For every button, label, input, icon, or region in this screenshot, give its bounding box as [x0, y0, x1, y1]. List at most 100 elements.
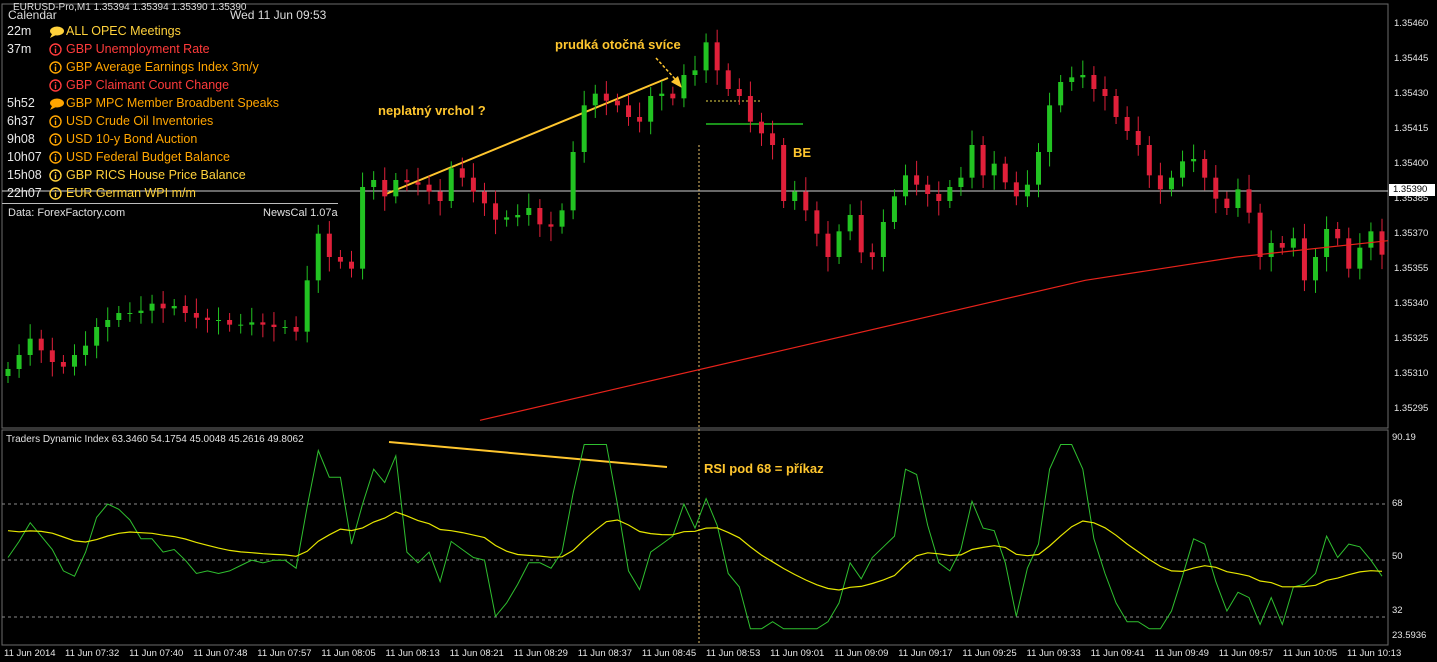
candle-body — [714, 42, 720, 71]
candle-body — [1168, 177, 1174, 190]
candle-body — [182, 306, 188, 313]
candle-body — [1279, 243, 1285, 248]
candle-body — [969, 145, 975, 178]
candle-body — [49, 350, 55, 362]
calendar-date: Wed 11 Jun 09:53 — [230, 8, 327, 22]
candle-body — [803, 191, 809, 211]
candle-body — [559, 210, 565, 227]
candle-body — [1202, 159, 1208, 178]
candle-body — [548, 224, 554, 227]
time-tick-label: 11 Jun 2014 — [4, 648, 56, 659]
candle-body — [426, 184, 432, 192]
info-icon — [49, 43, 62, 56]
event-text: USD Crude Oil Inventories — [66, 114, 214, 128]
candle-body — [681, 75, 687, 99]
candle-body — [1047, 105, 1053, 152]
time-tick-label: 11 Jun 08:45 — [641, 648, 697, 659]
calendar-header: EURUSD-Pro,M1 1.35394 1.35394 1.35390 1.… — [5, 2, 335, 22]
time-tick-label: 11 Jun 09:41 — [1090, 648, 1145, 659]
indicator-tick-label: 50 — [1392, 551, 1403, 563]
event-time: 22m — [7, 24, 32, 38]
calendar-source: Data: ForexFactory.com — [8, 207, 126, 219]
candle-body — [526, 208, 532, 215]
candle-body — [160, 303, 166, 309]
candle-body — [171, 306, 177, 309]
time-tick-label: 11 Jun 08:13 — [385, 648, 440, 659]
info-icon — [49, 133, 62, 146]
candle-body — [1324, 229, 1330, 257]
candle-body — [116, 313, 122, 320]
candle-body — [227, 320, 233, 325]
time-tick-label: 11 Jun 07:32 — [65, 648, 120, 659]
time-tick-label: 11 Jun 08:05 — [321, 648, 376, 659]
candle-body — [315, 233, 321, 281]
price-tick-label: 1.35460 — [1394, 17, 1429, 29]
candle-body — [1002, 163, 1008, 183]
candle-body — [836, 231, 842, 257]
candle-body — [382, 180, 388, 197]
candle-body — [459, 168, 465, 178]
info-icon — [49, 115, 62, 128]
price-tick-label: 1.35445 — [1394, 52, 1429, 64]
candle-body — [1146, 145, 1152, 176]
candle-body — [470, 177, 476, 192]
calendar-title: Calendar — [8, 8, 57, 22]
candle-body — [1213, 177, 1219, 199]
event-time: 6h37 — [7, 114, 35, 128]
candle-body — [393, 180, 399, 197]
info-icon — [49, 169, 62, 182]
price-tick-label: 1.35295 — [1394, 402, 1429, 414]
candle-body — [614, 100, 620, 106]
candle-body — [692, 70, 698, 75]
candle-body — [1346, 238, 1352, 269]
candle-body — [991, 163, 997, 176]
time-tick-label: 11 Jun 10:05 — [1282, 648, 1338, 659]
time-tick-label: 11 Jun 09:49 — [1154, 648, 1209, 659]
candle-body — [5, 369, 11, 376]
price-tick-label: 1.35325 — [1394, 332, 1429, 344]
candle-body — [1357, 247, 1363, 269]
info-icon — [49, 187, 62, 200]
time-tick-label: 11 Jun 08:29 — [513, 648, 568, 659]
candle-body — [758, 121, 764, 134]
price-tick-label: 1.35400 — [1394, 157, 1429, 169]
event-text: GBP Average Earnings Index 3m/y — [66, 60, 259, 74]
info-icon — [49, 79, 62, 92]
indicator-tick-label: 90.19 — [1392, 432, 1416, 443]
candle-body — [1058, 82, 1064, 106]
event-text: GBP MPC Member Broadbent Speaks — [66, 96, 280, 110]
candle-body — [1124, 117, 1130, 131]
candle-body — [1157, 175, 1163, 190]
candle-body — [1235, 189, 1241, 208]
candle-body — [659, 93, 665, 96]
candle-body — [537, 208, 543, 225]
candle-body — [1224, 198, 1230, 208]
candle-body — [1246, 189, 1252, 213]
price-tick-label: 1.35415 — [1394, 122, 1429, 134]
price-tick-label: 1.35430 — [1394, 87, 1429, 99]
candle-body — [204, 317, 210, 320]
candle-body — [404, 180, 410, 183]
price-tick-label: 1.35370 — [1394, 227, 1429, 239]
candle-body — [437, 191, 443, 201]
event-text: EUR German WPI m/m — [66, 186, 196, 200]
candle-body — [271, 324, 277, 327]
candle-body — [282, 327, 288, 328]
candle-body — [936, 194, 942, 201]
candle-body — [149, 303, 155, 311]
time-tick-label: 11 Jun 09:25 — [962, 648, 1017, 659]
candle-body — [216, 320, 222, 321]
speech-icon — [49, 97, 64, 110]
candle-body — [1091, 75, 1097, 89]
calendar-divider — [2, 203, 338, 204]
candle-body — [958, 177, 964, 187]
candle-body — [493, 203, 499, 220]
annotation-invalid-top: neplatný vrchol ? — [378, 103, 486, 118]
candle-body — [249, 322, 255, 325]
event-text: GBP RICS House Price Balance — [66, 168, 246, 182]
candle-body — [27, 338, 33, 355]
event-text: GBP Claimant Count Change — [66, 78, 230, 92]
candle-body — [83, 345, 89, 355]
candle-body — [925, 184, 931, 194]
calendar-version: NewsCal 1.07a — [263, 207, 338, 219]
